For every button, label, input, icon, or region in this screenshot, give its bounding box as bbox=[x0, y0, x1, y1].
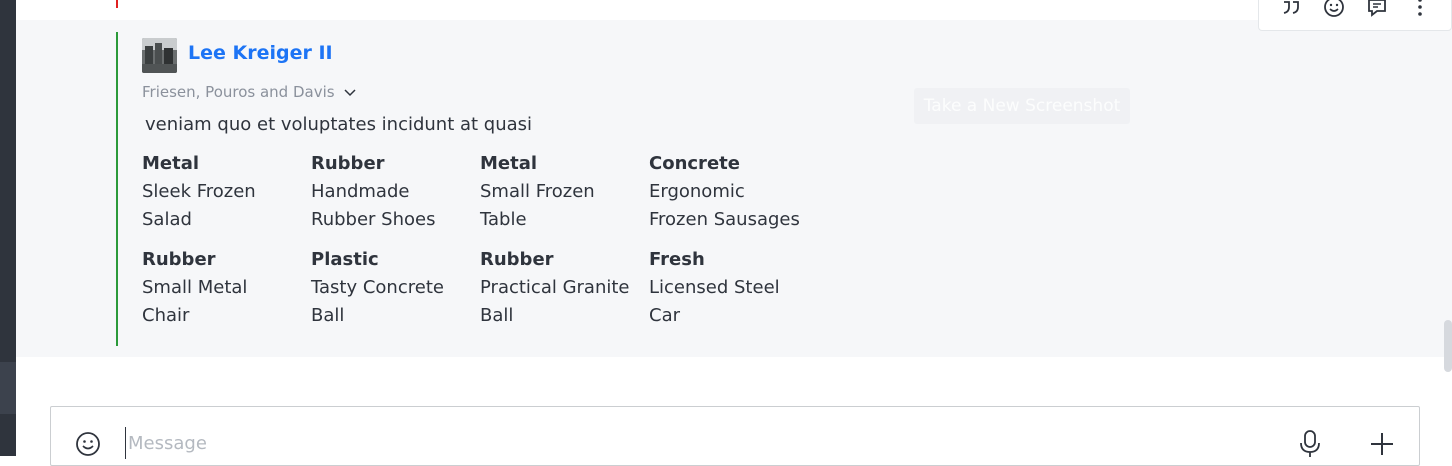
attachment-title[interactable]: Friesen, Pouros and Davis bbox=[142, 83, 357, 101]
field: Concrete Ergonomic Frozen Sausages bbox=[649, 150, 818, 234]
field-value: Ball bbox=[311, 305, 345, 326]
previous-thread-line bbox=[116, 0, 118, 8]
field-value: Rubber Shoes bbox=[311, 209, 436, 230]
field-value: Sleek Frozen bbox=[142, 181, 256, 202]
field-value: Table bbox=[480, 209, 527, 230]
previous-message bbox=[16, 0, 1452, 20]
message-composer bbox=[50, 406, 1420, 466]
kebab-menu-icon[interactable] bbox=[1407, 0, 1433, 20]
field-value: Car bbox=[649, 305, 680, 326]
field-value: Ergonomic bbox=[649, 181, 745, 202]
field-value: Tasty Concrete bbox=[311, 277, 444, 298]
chat-main: Lee Kreiger II Friesen, Pouros and Davis… bbox=[16, 0, 1452, 466]
field-title: Metal bbox=[480, 153, 538, 174]
author-name[interactable]: Lee Kreiger II bbox=[188, 42, 333, 64]
field-value: Ball bbox=[480, 305, 514, 326]
left-rail bbox=[0, 0, 16, 456]
scrollbar-thumb[interactable] bbox=[1444, 320, 1452, 372]
field-value: Handmade bbox=[311, 181, 410, 202]
field: Rubber Handmade Rubber Shoes bbox=[311, 150, 480, 234]
microphone-icon[interactable] bbox=[1297, 429, 1323, 459]
field-title: Plastic bbox=[311, 249, 379, 270]
message: Lee Kreiger II Friesen, Pouros and Davis… bbox=[16, 20, 1452, 357]
chevron-down-icon[interactable] bbox=[343, 85, 357, 99]
field-title: Concrete bbox=[649, 153, 740, 174]
message-input[interactable] bbox=[125, 427, 1225, 459]
field-title: Rubber bbox=[142, 249, 216, 270]
plus-icon[interactable] bbox=[1367, 429, 1397, 459]
avatar[interactable] bbox=[142, 38, 177, 73]
field-value: Frozen Sausages bbox=[649, 209, 800, 230]
attachment-text: veniam quo et voluptates incidunt at qua… bbox=[145, 114, 533, 135]
field: Rubber Small Metal Chair bbox=[142, 246, 311, 330]
field: Fresh Licensed Steel Car bbox=[649, 246, 818, 330]
field: Metal Small Frozen Table bbox=[480, 150, 649, 234]
field-value: Small Metal bbox=[142, 277, 248, 298]
message-actions-toolbar bbox=[1258, 0, 1452, 31]
attachment-color-bar bbox=[116, 32, 118, 346]
quote-icon[interactable] bbox=[1278, 0, 1304, 20]
field-value: Practical Granite bbox=[480, 277, 630, 298]
field-title: Metal bbox=[142, 153, 200, 174]
field: Metal Sleek Frozen Salad bbox=[142, 150, 311, 234]
field-value: Chair bbox=[142, 305, 190, 326]
field: Plastic Tasty Concrete Ball bbox=[311, 246, 480, 330]
rail-marker bbox=[0, 362, 16, 414]
field-value: Small Frozen bbox=[480, 181, 595, 202]
field-title: Rubber bbox=[311, 153, 385, 174]
emoji-picker-icon[interactable] bbox=[75, 431, 101, 457]
field: Rubber Practical Granite Ball bbox=[480, 246, 649, 330]
field-value: Salad bbox=[142, 209, 192, 230]
attachment-fields: Metal Sleek Frozen Salad Rubber Handmade… bbox=[142, 150, 818, 330]
field-title: Fresh bbox=[649, 249, 705, 270]
field-title: Rubber bbox=[480, 249, 554, 270]
organization-name: Friesen, Pouros and Davis bbox=[142, 83, 335, 101]
emoji-icon[interactable] bbox=[1321, 0, 1347, 20]
screenshot-overlay-button[interactable]: Take a New Screenshot bbox=[914, 88, 1130, 124]
field-value: Licensed Steel bbox=[649, 277, 780, 298]
reply-thread-icon[interactable] bbox=[1364, 0, 1390, 20]
